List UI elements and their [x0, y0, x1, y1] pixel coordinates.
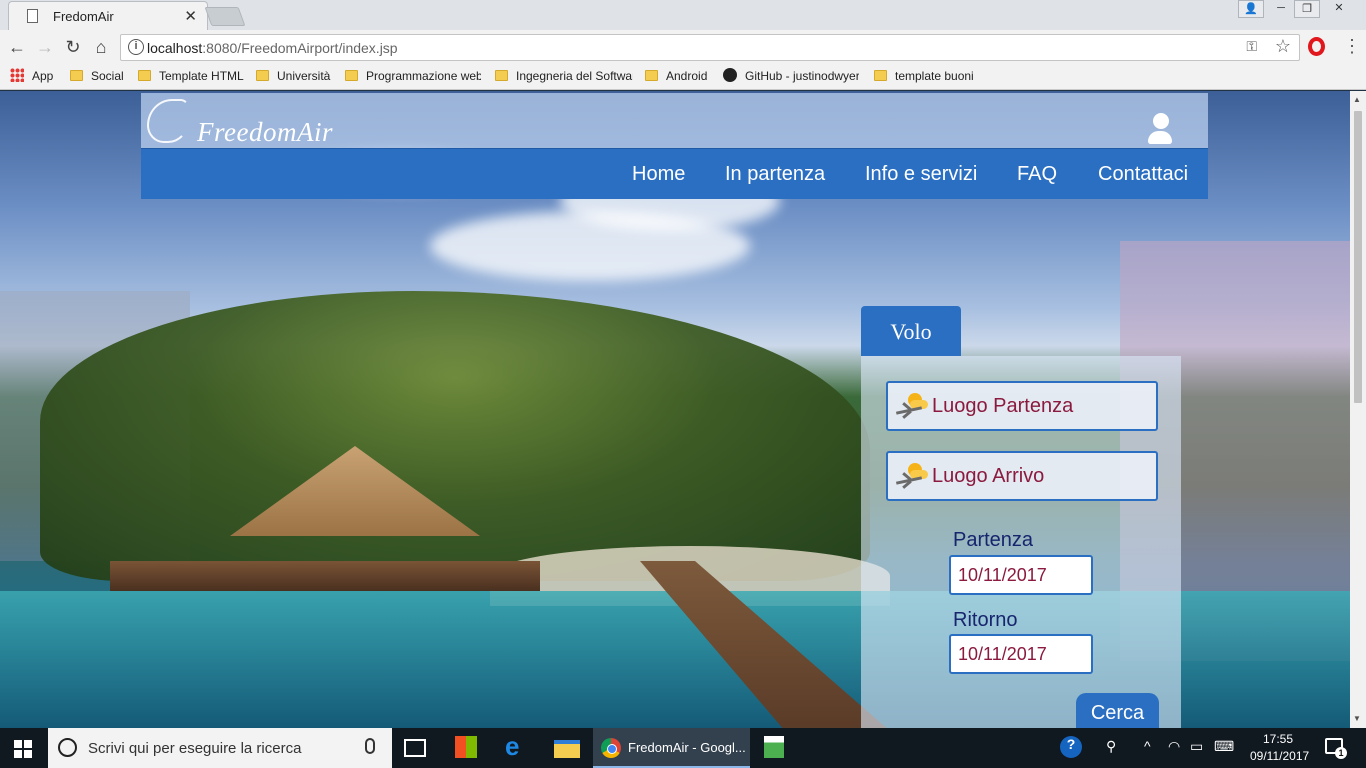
- home-icon[interactable]: ⌂: [90, 36, 112, 58]
- page-scrollbar[interactable]: ▲ ▼: [1350, 91, 1366, 728]
- minimize-button[interactable]: ─: [1268, 0, 1294, 18]
- bookmark-programmazione-web[interactable]: Programmazione web: [345, 68, 481, 86]
- bookmarks-bar: App Social Template HTML Università Prog…: [0, 64, 1366, 90]
- bookmark-star-icon[interactable]: ☆: [1275, 36, 1291, 57]
- folder-icon: [70, 70, 83, 81]
- browser-tabstrip: FredomAir ✕ 👤 ─ ❐ ✕: [0, 0, 1366, 30]
- system-clock[interactable]: 17:55 09/11/2017: [1250, 731, 1310, 765]
- help-icon[interactable]: ?: [1060, 736, 1082, 758]
- nav-faq[interactable]: FAQ: [1017, 163, 1057, 186]
- scroll-down-icon[interactable]: ▼: [1353, 714, 1361, 723]
- return-date-label: Ritorno: [953, 609, 1018, 631]
- bookmark-template-buoni[interactable]: template buoni: [874, 68, 984, 86]
- departure-place-input[interactable]: [932, 391, 1142, 421]
- address-bar[interactable]: i localhost:8080/FreedomAirport/index.js…: [120, 34, 1300, 61]
- page-icon: [27, 9, 38, 23]
- plane-weather-icon: [895, 393, 928, 421]
- store-icon[interactable]: [455, 736, 477, 758]
- browser-tab[interactable]: FredomAir ✕: [8, 1, 208, 30]
- windows-taskbar: Scrivi qui per eseguire la ricerca e Fre…: [0, 728, 1366, 768]
- reload-icon[interactable]: ↻: [62, 36, 84, 58]
- scroll-thumb[interactable]: [1354, 111, 1362, 403]
- folder-icon: [138, 70, 151, 81]
- bookmark-template-html[interactable]: Template HTML: [138, 68, 254, 86]
- bookmark-social[interactable]: Social: [70, 68, 136, 86]
- folder-icon: [256, 70, 269, 81]
- network-icon[interactable]: ◠: [1168, 738, 1180, 755]
- clock-time: 17:55: [1262, 732, 1294, 746]
- url-host: localhost: [147, 40, 203, 56]
- taskbar-chrome-title: FredomAir - Googl...: [628, 740, 746, 755]
- forward-icon[interactable]: →: [34, 36, 56, 58]
- show-hidden-icons[interactable]: ^: [1144, 738, 1151, 754]
- flight-search-form: Partenza Ritorno Cerca: [861, 356, 1181, 728]
- cortana-icon: [58, 738, 77, 757]
- url-path: :8080/FreedomAirport/index.jsp: [202, 40, 398, 56]
- close-tab-icon[interactable]: ✕: [184, 7, 197, 25]
- page-viewport: FreedomAir Home In partenza Info e servi…: [0, 91, 1350, 728]
- battery-icon[interactable]: ▭: [1190, 738, 1203, 755]
- file-explorer-icon[interactable]: [554, 740, 580, 758]
- search-button[interactable]: Cerca: [1076, 693, 1159, 728]
- arrival-place-field[interactable]: [886, 451, 1158, 501]
- app-icon[interactable]: [764, 736, 784, 758]
- back-icon[interactable]: ←: [6, 36, 28, 58]
- tab-volo-label: Volo: [890, 319, 932, 344]
- arrival-place-input[interactable]: [932, 461, 1142, 491]
- taskbar-search-placeholder: Scrivi qui per eseguire la ricerca: [88, 740, 302, 757]
- folder-icon: [345, 70, 358, 81]
- apps-grid-icon: [10, 68, 24, 82]
- edge-icon[interactable]: e: [505, 731, 531, 761]
- bookmark-github[interactable]: GitHub - justinodwyer: [723, 68, 859, 86]
- profile-icon[interactable]: 👤: [1238, 0, 1264, 18]
- scroll-up-icon[interactable]: ▲: [1353, 95, 1361, 104]
- tab-volo[interactable]: Volo: [861, 306, 961, 356]
- url-text[interactable]: localhost:8080/FreedomAirport/index.jsp: [147, 40, 398, 56]
- site-info-icon[interactable]: i: [128, 39, 144, 55]
- site-logo[interactable]: FreedomAir: [197, 117, 333, 148]
- folder-icon: [874, 70, 887, 81]
- folder-icon: [645, 70, 658, 81]
- chrome-icon: [601, 738, 621, 758]
- tab-title: FredomAir: [53, 9, 114, 24]
- horse-logo-icon[interactable]: [147, 99, 189, 143]
- clock-date: 09/11/2017: [1250, 749, 1310, 763]
- task-view-icon[interactable]: [404, 739, 426, 757]
- keyboard-icon[interactable]: ⌨: [1214, 738, 1234, 755]
- nav-home[interactable]: Home: [632, 163, 685, 186]
- taskbar-search[interactable]: Scrivi qui per eseguire la ricerca: [48, 728, 392, 768]
- folder-icon: [495, 70, 508, 81]
- departure-date-label: Partenza: [953, 529, 1034, 551]
- bookmark-android[interactable]: Android: [645, 68, 715, 86]
- nav-in-partenza[interactable]: In partenza: [725, 163, 825, 186]
- user-account-icon[interactable]: [1148, 113, 1172, 145]
- main-nav: Home In partenza Info e servizi FAQ Cont…: [141, 148, 1208, 199]
- nav-contattaci[interactable]: Contattaci: [1098, 163, 1188, 186]
- browser-toolbar: ← → ↻ ⌂ i localhost:8080/FreedomAirport/…: [0, 30, 1366, 64]
- departure-place-field[interactable]: [886, 381, 1158, 431]
- windows-start-icon[interactable]: [14, 740, 32, 758]
- restore-button[interactable]: ❐: [1294, 0, 1320, 18]
- plane-weather-icon: [895, 463, 928, 491]
- site-header: FreedomAir: [141, 93, 1208, 148]
- browser-menu-icon[interactable]: ⋮: [1343, 36, 1361, 56]
- notification-count: 1: [1335, 747, 1347, 759]
- bookmark-apps[interactable]: App: [10, 68, 70, 86]
- bookmark-ingegneria-software[interactable]: Ingegneria del Software: [495, 68, 633, 86]
- key-icon[interactable]: ⚿: [1246, 38, 1257, 55]
- github-icon: [723, 68, 737, 82]
- new-tab-button[interactable]: [204, 7, 246, 26]
- people-icon[interactable]: ⚲: [1106, 738, 1116, 755]
- close-window-button[interactable]: ✕: [1326, 0, 1352, 18]
- return-date-input[interactable]: [949, 634, 1093, 674]
- nav-info-servizi[interactable]: Info e servizi: [865, 163, 977, 186]
- bookmark-universita[interactable]: Università: [256, 68, 341, 86]
- opera-extension-icon[interactable]: [1308, 37, 1325, 56]
- departure-date-input[interactable]: [949, 555, 1093, 595]
- taskbar-chrome-window[interactable]: FredomAir - Googl...: [593, 728, 750, 768]
- microphone-icon[interactable]: [365, 738, 375, 754]
